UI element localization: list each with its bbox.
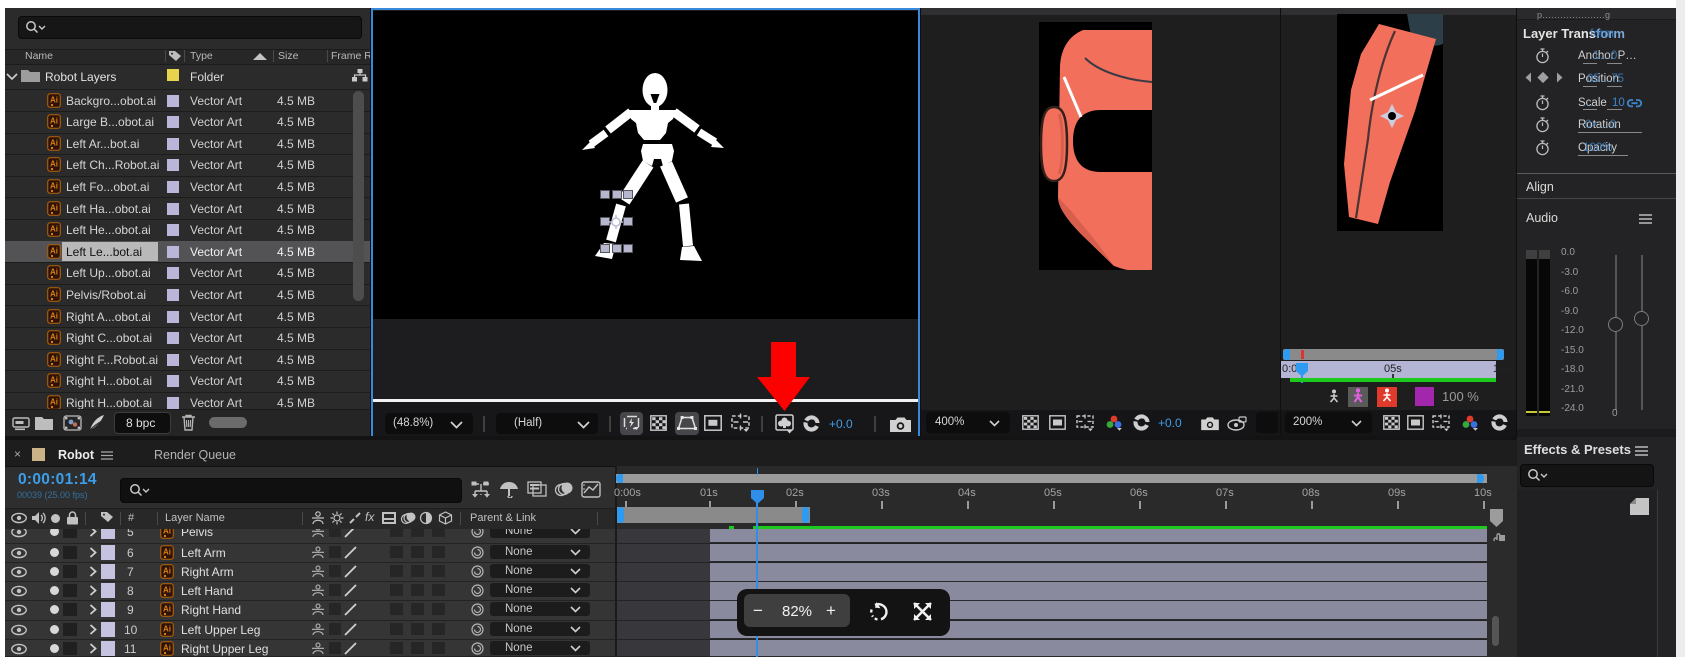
svg-text:Ai: Ai — [50, 138, 58, 147]
svg-text:Ai: Ai — [50, 160, 58, 169]
svg-text:Ai: Ai — [163, 605, 171, 614]
svg-text:Ai: Ai — [50, 289, 58, 298]
svg-text:Ai: Ai — [50, 333, 58, 342]
svg-text:Ai: Ai — [50, 225, 58, 234]
svg-text:Ai: Ai — [50, 246, 58, 255]
svg-text:Ai: Ai — [163, 586, 171, 595]
svg-text:Ai: Ai — [163, 566, 171, 575]
svg-text:Ai: Ai — [50, 203, 58, 212]
svg-text:Ai: Ai — [163, 529, 171, 536]
svg-text:Ai: Ai — [163, 547, 171, 556]
svg-text:Ai: Ai — [50, 117, 58, 126]
svg-text:Ai: Ai — [163, 644, 171, 653]
svg-text:Ai: Ai — [50, 354, 58, 363]
svg-text:Ai: Ai — [163, 624, 171, 633]
svg-text:Ai: Ai — [50, 376, 58, 385]
svg-text:Ai: Ai — [50, 268, 58, 277]
svg-text:Ai: Ai — [50, 397, 58, 406]
svg-text:Ai: Ai — [50, 311, 58, 320]
svg-text:Ai: Ai — [50, 95, 58, 104]
svg-text:Ai: Ai — [50, 181, 58, 190]
